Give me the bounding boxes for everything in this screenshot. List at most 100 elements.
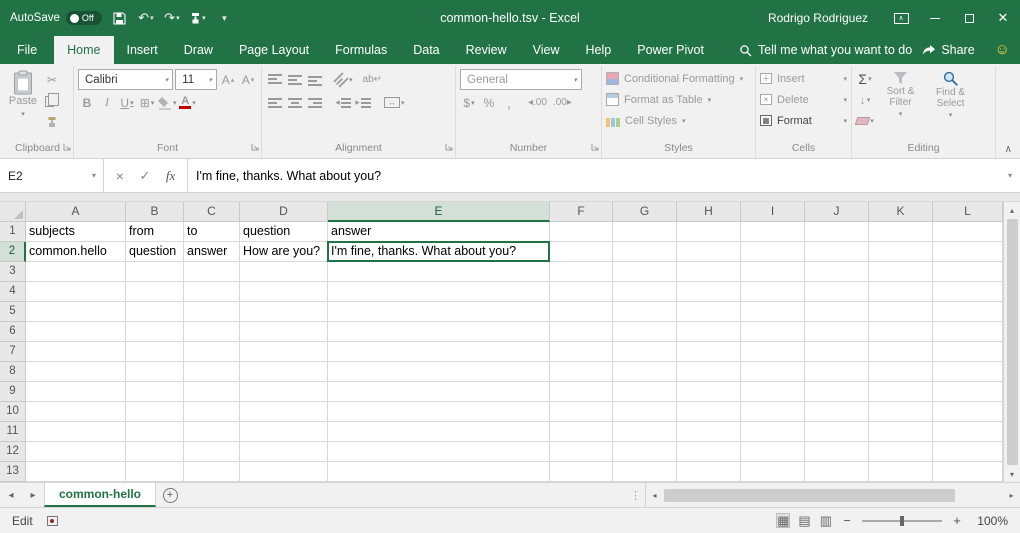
normal-view-button[interactable]: ▦ <box>777 514 789 527</box>
scroll-left-icon[interactable]: ◂ <box>646 483 663 507</box>
cell-K3[interactable] <box>869 262 933 282</box>
ribbon-display-options-button[interactable]: ∧ <box>884 0 918 36</box>
cell-L5[interactable] <box>933 302 1003 322</box>
cell-I3[interactable] <box>741 262 805 282</box>
cell-styles-button[interactable]: Cell Styles ▾ <box>606 110 751 131</box>
shrink-font-button[interactable]: A▾ <box>239 70 257 90</box>
tab-file[interactable]: File <box>0 36 54 64</box>
row-header-7[interactable]: 7 <box>0 342 26 362</box>
cell-G4[interactable] <box>613 282 677 302</box>
cut-button[interactable]: ✂ <box>43 70 61 90</box>
collapse-ribbon-button[interactable]: ∧ <box>1005 144 1012 155</box>
cell-E11[interactable] <box>328 422 550 442</box>
cell-H4[interactable] <box>677 282 741 302</box>
tab-draw[interactable]: Draw <box>171 36 226 64</box>
column-header-K[interactable]: K <box>869 202 933 222</box>
cell-G5[interactable] <box>613 302 677 322</box>
bold-button[interactable]: B <box>78 93 96 113</box>
column-header-A[interactable]: A <box>26 202 126 222</box>
cell-G1[interactable] <box>613 222 677 242</box>
cell-J1[interactable] <box>805 222 869 242</box>
scroll-down-icon[interactable]: ▾ <box>1004 466 1020 482</box>
cell-J8[interactable] <box>805 362 869 382</box>
row-header-6[interactable]: 6 <box>0 322 26 342</box>
cell-F5[interactable] <box>550 302 613 322</box>
next-sheet-button[interactable]: ▸ <box>22 483 44 507</box>
row-header-4[interactable]: 4 <box>0 282 26 302</box>
cell-L10[interactable] <box>933 402 1003 422</box>
cell-J11[interactable] <box>805 422 869 442</box>
font-name-combo[interactable]: Calibri▾ <box>78 69 173 90</box>
cell-G8[interactable] <box>613 362 677 382</box>
cell-J4[interactable] <box>805 282 869 302</box>
cell-A11[interactable] <box>26 422 126 442</box>
zoom-slider[interactable] <box>862 520 942 522</box>
macro-record-icon[interactable] <box>47 516 58 526</box>
minimize-button[interactable] <box>918 0 952 36</box>
orientation-button[interactable]: ▾ <box>334 70 353 90</box>
insert-function-button[interactable]: fx <box>166 168 175 184</box>
row-header-2[interactable]: 2 <box>0 242 26 262</box>
cell-F9[interactable] <box>550 382 613 402</box>
cell-J7[interactable] <box>805 342 869 362</box>
tab-view[interactable]: View <box>520 36 573 64</box>
new-sheet-button[interactable]: + <box>156 483 184 507</box>
cell-J10[interactable] <box>805 402 869 422</box>
row-header-12[interactable]: 12 <box>0 442 26 462</box>
cell-I8[interactable] <box>741 362 805 382</box>
cell-K9[interactable] <box>869 382 933 402</box>
cell-C3[interactable] <box>184 262 240 282</box>
format-cells-button[interactable]: ▦ Format ▾ <box>760 110 847 131</box>
cell-D1[interactable]: question <box>240 222 328 242</box>
cell-H10[interactable] <box>677 402 741 422</box>
cell-L11[interactable] <box>933 422 1003 442</box>
cell-K4[interactable] <box>869 282 933 302</box>
cell-F13[interactable] <box>550 462 613 482</box>
cell-B9[interactable] <box>126 382 184 402</box>
cell-B10[interactable] <box>126 402 184 422</box>
tab-power-pivot[interactable]: Power Pivot <box>624 36 717 64</box>
cell-D12[interactable] <box>240 442 328 462</box>
increase-indent-button[interactable]: ▸ <box>354 93 372 113</box>
column-header-B[interactable]: B <box>126 202 184 222</box>
row-header-8[interactable]: 8 <box>0 362 26 382</box>
cell-I9[interactable] <box>741 382 805 402</box>
cell-D3[interactable] <box>240 262 328 282</box>
cell-B7[interactable] <box>126 342 184 362</box>
cell-C13[interactable] <box>184 462 240 482</box>
cell-A3[interactable] <box>26 262 126 282</box>
format-as-table-button[interactable]: Format as Table ▾ <box>606 89 751 110</box>
grow-font-button[interactable]: A▴ <box>219 70 237 90</box>
cell-G13[interactable] <box>613 462 677 482</box>
row-header-5[interactable]: 5 <box>0 302 26 322</box>
page-break-view-button[interactable]: ▥ <box>820 514 832 527</box>
cell-L12[interactable] <box>933 442 1003 462</box>
column-header-F[interactable]: F <box>550 202 613 222</box>
cell-K1[interactable] <box>869 222 933 242</box>
cell-L13[interactable] <box>933 462 1003 482</box>
cell-F7[interactable] <box>550 342 613 362</box>
cell-D2[interactable]: How are you? <box>240 242 328 262</box>
cell-L8[interactable] <box>933 362 1003 382</box>
cell-H7[interactable] <box>677 342 741 362</box>
maximize-button[interactable] <box>952 0 986 36</box>
cell-E6[interactable] <box>328 322 550 342</box>
horizontal-scrollbar-thumb[interactable] <box>664 489 955 502</box>
cell-J9[interactable] <box>805 382 869 402</box>
cell-A5[interactable] <box>26 302 126 322</box>
find-select-button[interactable]: Find & Select ▾ <box>927 68 974 131</box>
cell-B3[interactable] <box>126 262 184 282</box>
cell-D4[interactable] <box>240 282 328 302</box>
accounting-format-button[interactable]: $▾ <box>460 93 478 113</box>
tab-insert[interactable]: Insert <box>114 36 171 64</box>
fill-color-button[interactable]: ▾ <box>158 93 177 113</box>
cell-L4[interactable] <box>933 282 1003 302</box>
row-header-9[interactable]: 9 <box>0 382 26 402</box>
align-left-button[interactable] <box>266 93 284 113</box>
cell-G11[interactable] <box>613 422 677 442</box>
italic-button[interactable]: I <box>98 93 116 113</box>
zoom-level[interactable]: 100% <box>972 514 1008 528</box>
cell-K12[interactable] <box>869 442 933 462</box>
cell-J6[interactable] <box>805 322 869 342</box>
tab-data[interactable]: Data <box>400 36 452 64</box>
